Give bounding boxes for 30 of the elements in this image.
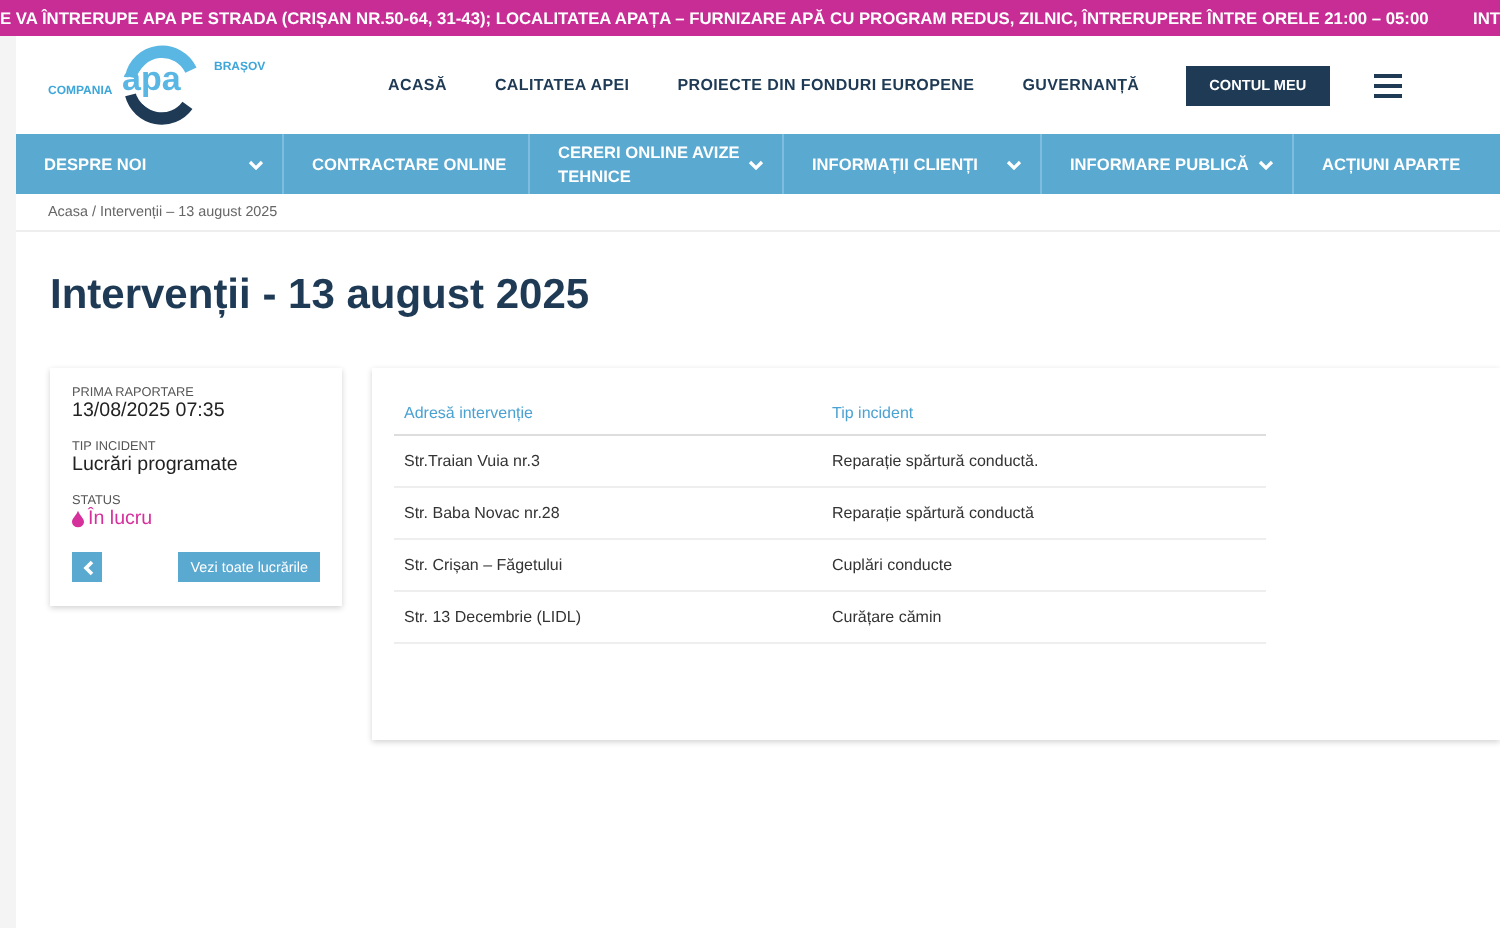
back-button[interactable] bbox=[72, 552, 102, 582]
table-cell: Curățare cămin bbox=[822, 591, 1266, 643]
column-header: Tip incident bbox=[822, 390, 1266, 435]
detail-value: 13/08/2025 07:35 bbox=[72, 400, 227, 422]
ticker-text: INT bbox=[1473, 8, 1500, 28]
table-cell: Str. Crișan – Făgetului bbox=[394, 539, 822, 591]
table-cell: Reparație spărtură conductă bbox=[822, 487, 1266, 539]
nav-item[interactable]: INFORMARE PUBLICĂ bbox=[1042, 134, 1294, 194]
table-cell: Reparație spărtură conductă. bbox=[822, 435, 1266, 487]
detail-value: Lucrări programate bbox=[72, 454, 240, 476]
column-header: Adresă intervenție bbox=[394, 390, 822, 435]
nav-item[interactable]: ACȚIUNI APARTE bbox=[1294, 134, 1500, 194]
menu-link[interactable]: PROIECTE DIN FONDURI EUROPENE bbox=[677, 76, 975, 94]
menu-icon[interactable] bbox=[1374, 73, 1403, 97]
chevron-left-icon bbox=[81, 559, 93, 575]
nav-item[interactable]: CERERI ONLINE AVIZE TEHNICE bbox=[530, 134, 784, 194]
page-title: Intervenții - 13 august 2025 bbox=[50, 272, 592, 322]
menu-link[interactable]: ACASĂ bbox=[388, 76, 447, 94]
table-cell: Cuplări conducte bbox=[822, 539, 1266, 591]
table-cell: Str. Baba Novac nr.28 bbox=[394, 487, 822, 539]
ticker-text: E VA ÎNTRERUPE APA PE STRADA (CRIȘAN NR.50-64, 31-43); LOCALITATEA APAȚA – FURNIZARE APĂ CU PROGRAM REDUS, ZILNIC, ÎNTRERUPERE ÎNTRE ORELE 21:00 – 05:00 bbox=[0, 8, 1429, 28]
nav-item[interactable]: DESPRE NOI bbox=[16, 134, 284, 194]
drop-icon bbox=[72, 510, 84, 528]
nav-item[interactable]: CONTRACTARE ONLINE bbox=[284, 134, 530, 194]
menu-link[interactable]: CALITATEA APEI bbox=[494, 76, 630, 94]
table-cell: Str.Traian Vuia nr.3 bbox=[394, 435, 822, 487]
status-value: În lucru bbox=[72, 508, 320, 530]
table-cell: Str. 13 Decembrie (LIDL) bbox=[394, 591, 822, 643]
menu-link[interactable]: GUVERNANȚĂ bbox=[1022, 76, 1140, 94]
nav-item[interactable]: INFORMAȚII CLIENȚI bbox=[784, 134, 1042, 194]
